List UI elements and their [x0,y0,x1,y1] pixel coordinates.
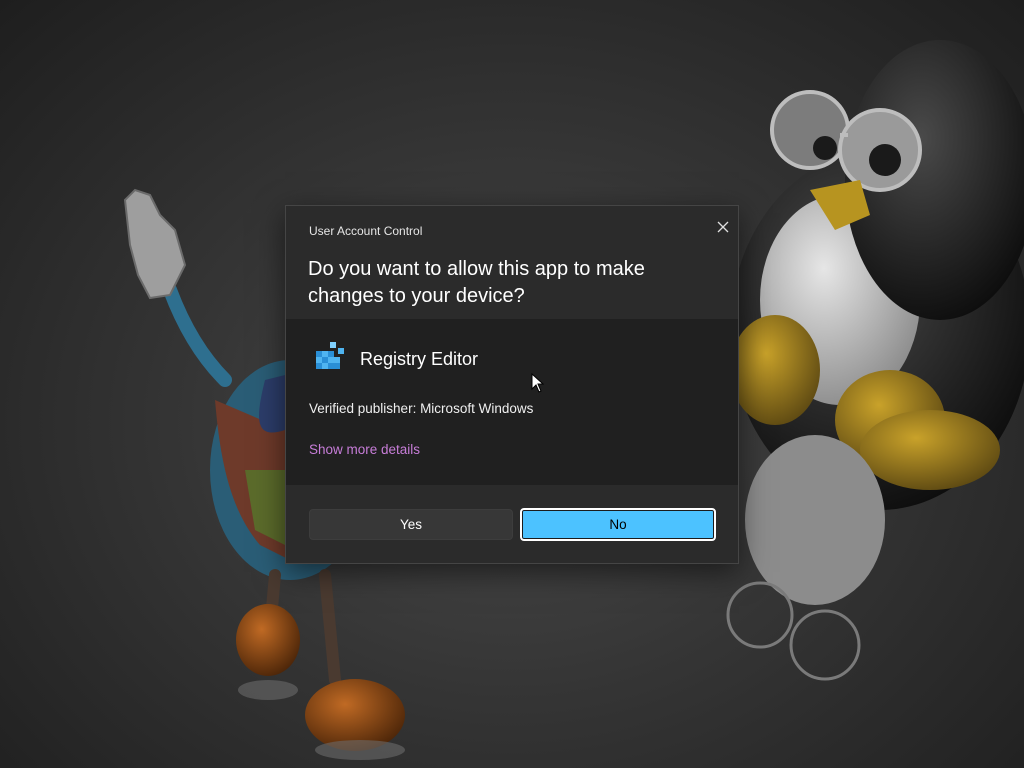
dialog-footer: Yes No [286,485,738,563]
yes-button[interactable]: Yes [309,509,513,540]
dialog-caption: User Account Control [309,224,423,238]
publisher-text: Verified publisher: Microsoft Windows [309,401,534,416]
dialog-header: User Account Control Do you want to allo… [286,206,738,319]
dialog-question: Do you want to allow this app to make ch… [308,258,645,307]
no-button[interactable]: No [520,508,716,541]
show-more-details-link[interactable]: Show more details [309,442,420,457]
registry-editor-icon [316,342,344,369]
dialog-body: Registry Editor Verified publisher: Micr… [286,319,738,485]
app-name: Registry Editor [360,349,479,369]
close-button[interactable] [708,214,738,240]
uac-dialog: User Account Control Do you want to allo… [285,205,739,564]
close-icon [717,221,729,233]
